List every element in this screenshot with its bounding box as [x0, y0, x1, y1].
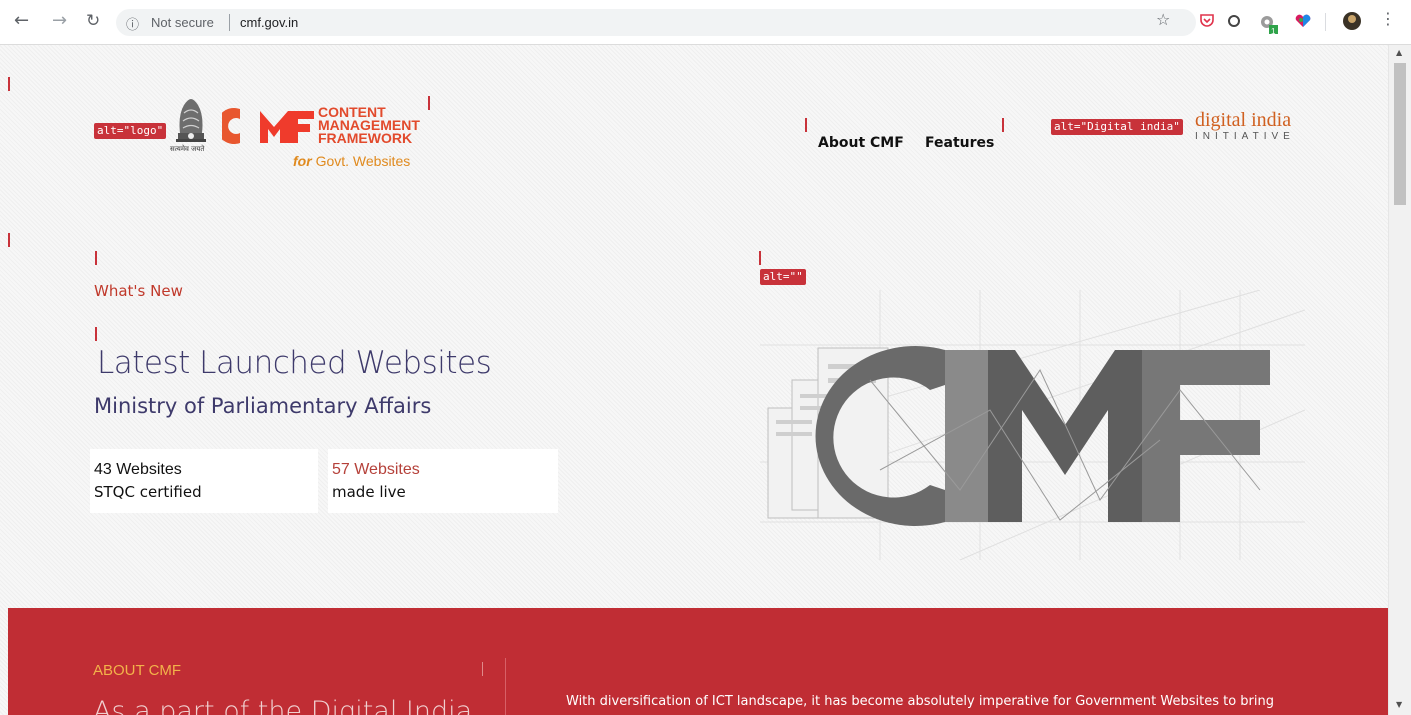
browser-toolbar: ← → ↻ ⓘ Not secure cmf.gov.in ☆ 1 ⋮ — [0, 0, 1411, 45]
text-marker — [95, 251, 97, 265]
about-heading: As a part of the Digital India — [93, 696, 473, 715]
cmf-word-framework: FRAMEWORK — [318, 130, 413, 146]
scroll-thumb[interactable] — [1394, 63, 1406, 205]
nav-features[interactable]: Features — [925, 135, 994, 151]
digital-india-alt-tag: alt="Digital india" — [1051, 119, 1183, 135]
hero-title: Latest Launched Websites — [97, 345, 492, 381]
stat-card-stqc: 43 Websites STQC certified — [90, 449, 318, 513]
hero-art-alt-tag: alt="" — [760, 269, 806, 285]
scroll-down-icon[interactable]: ▼ — [1396, 700, 1402, 709]
profile-avatar-icon[interactable] — [1342, 11, 1362, 35]
stat-number: 43 Websites — [94, 461, 182, 478]
star-icon[interactable]: ☆ — [1156, 12, 1170, 28]
logo-alt-tag: alt="logo" — [94, 123, 167, 139]
digital-india-word: digital india — [1195, 109, 1292, 131]
text-marker — [805, 118, 807, 132]
hero-subtitle: Ministry of Parliamentary Affairs — [94, 394, 432, 418]
stat-number: 57 Websites — [332, 461, 420, 478]
vertical-scrollbar[interactable]: ▲ ▼ — [1388, 45, 1411, 715]
text-marker — [8, 233, 10, 247]
nav-about-cmf[interactable]: About CMF — [818, 135, 904, 151]
about-section: ABOUT CMF As a part of the Digital India… — [8, 608, 1388, 715]
scroll-up-icon[interactable]: ▲ — [1396, 48, 1402, 57]
gear-extension-icon[interactable]: 1 — [1259, 14, 1279, 38]
security-status: Not secure — [151, 15, 214, 30]
extension-badge: 1 — [1271, 27, 1276, 36]
text-marker — [428, 96, 430, 110]
govt-tagline: for Govt. Websites — [293, 153, 410, 169]
address-divider — [229, 14, 230, 31]
back-arrow-icon[interactable]: ← — [14, 12, 29, 30]
about-text: With diversification of ICT landscape, i… — [566, 694, 1275, 709]
text-marker — [1002, 118, 1004, 132]
for-label: for — [293, 153, 312, 169]
text-marker — [482, 662, 483, 676]
stat-card-live: 57 Websites made live — [328, 449, 558, 513]
about-label: ABOUT CMF — [93, 662, 182, 679]
circle-extension-icon[interactable] — [1227, 14, 1241, 32]
stat-label: STQC certified — [94, 483, 202, 501]
emblem-caption: सत्यमेव जयते — [170, 145, 205, 153]
address-bar[interactable]: ⓘ Not secure cmf.gov.in — [116, 9, 1196, 36]
cmf-illustration — [760, 289, 1306, 561]
digital-india-initiative: INITIATIVE — [1195, 131, 1295, 142]
govt-label: Govt. Websites — [315, 153, 411, 169]
reload-icon[interactable]: ↻ — [86, 12, 100, 30]
about-divider — [505, 658, 506, 715]
whats-new-label: What's New — [94, 282, 183, 300]
stat-label: made live — [332, 483, 406, 501]
text-marker — [95, 327, 97, 341]
national-emblem-icon[interactable]: सत्यमेव जयते — [168, 95, 214, 157]
toolbar-divider — [1325, 13, 1326, 31]
forward-arrow-icon[interactable]: → — [52, 12, 67, 30]
text-marker — [8, 77, 10, 91]
kebab-menu-icon[interactable]: ⋮ — [1380, 11, 1396, 27]
pocket-icon[interactable] — [1200, 14, 1214, 32]
url-text[interactable]: cmf.gov.in — [240, 15, 298, 30]
text-marker — [759, 251, 761, 265]
colorful-heart-extension-icon[interactable] — [1295, 14, 1311, 32]
info-icon[interactable]: ⓘ — [126, 14, 139, 33]
page-content: alt="logo" सत्यमेव जयते CONTENT MANAGEME… — [0, 45, 1388, 715]
